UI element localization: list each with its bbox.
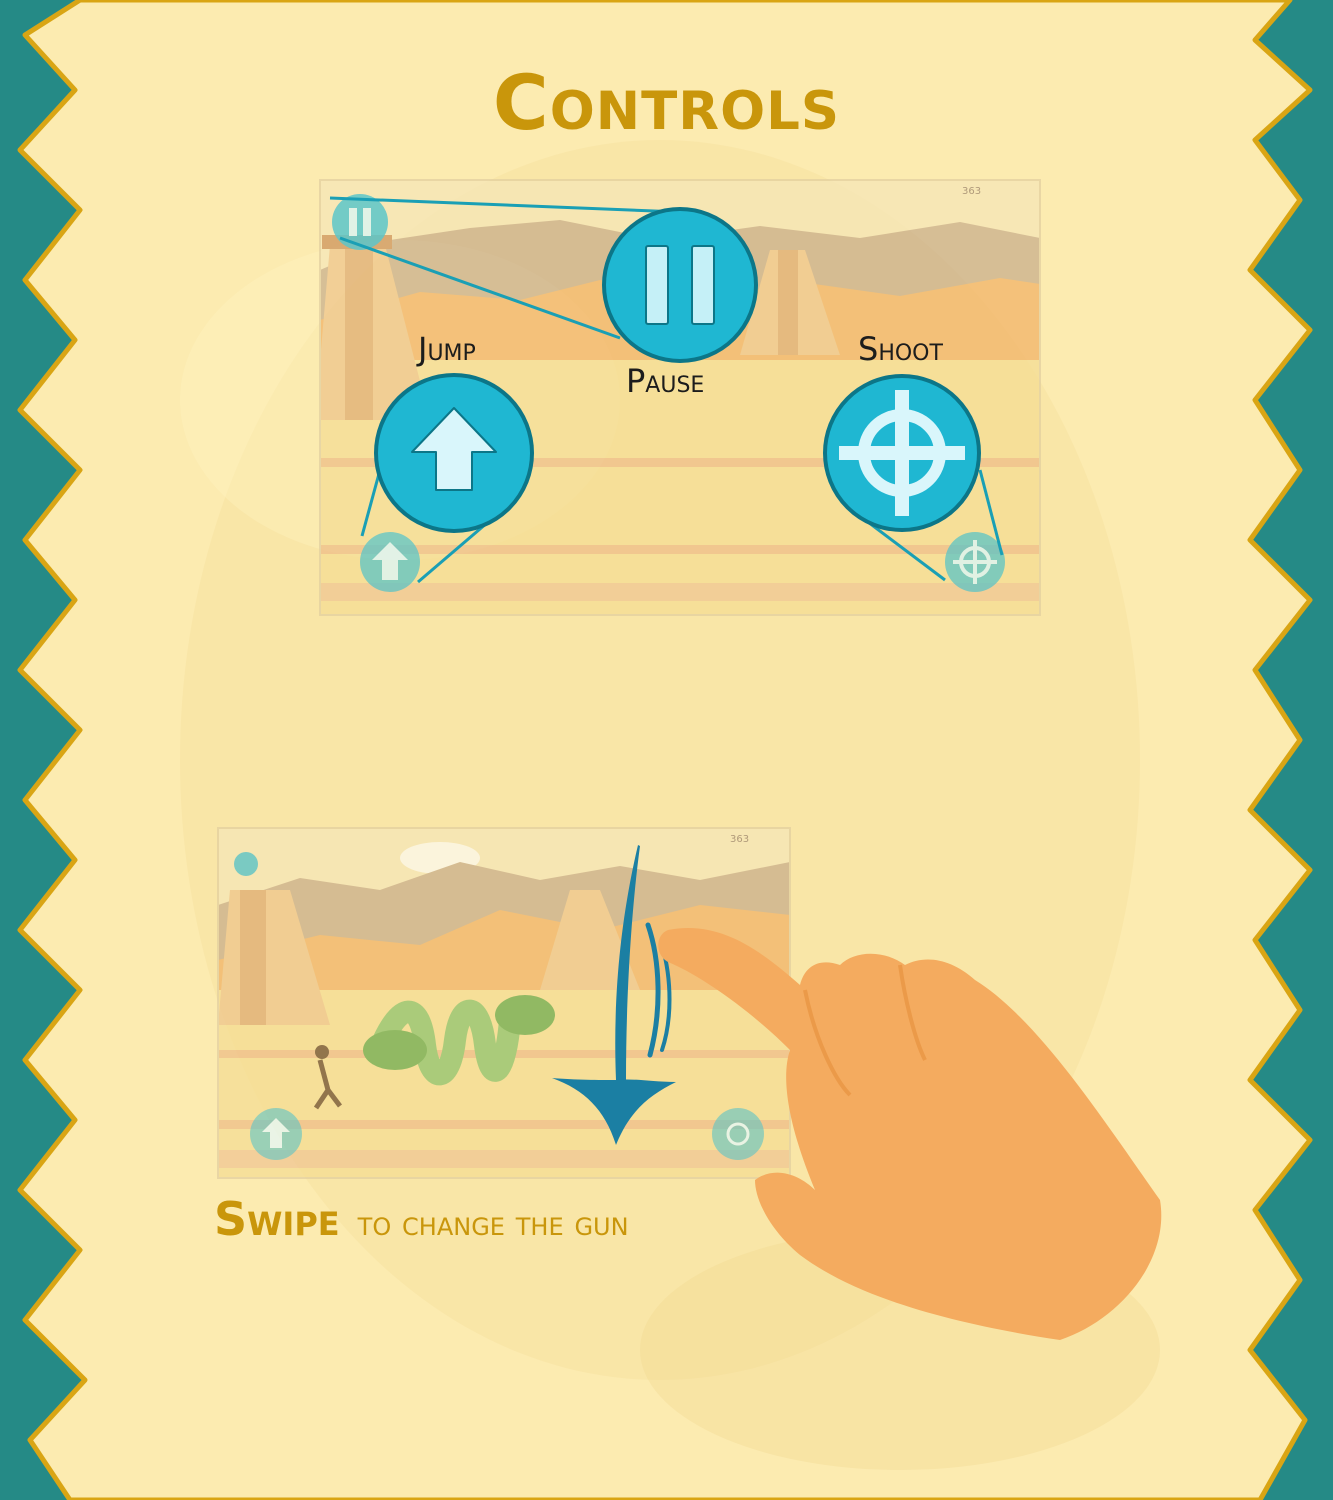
pause-button-illustration (602, 207, 758, 363)
score-readout-swipe: 363 (730, 834, 750, 845)
swipe-instruction: Swipe to change the gun (214, 1192, 629, 1246)
shoot-label: Shoot (858, 330, 943, 368)
pause-label: Pause (626, 362, 705, 400)
page-title: Controls (492, 58, 841, 147)
jump-button-illustration (374, 373, 534, 533)
jump-label: Jump (418, 330, 476, 368)
swipe-panel-screenshot (217, 827, 791, 1179)
background-art (17, 0, 1313, 1500)
controls-screen: Controls 363 363 Jump Pause Shoot Swipe t… (0, 0, 1333, 1500)
swipe-instruction-rest: to change the gun (357, 1204, 629, 1244)
score-readout: 363 (962, 186, 982, 197)
shoot-button-illustration (823, 374, 981, 532)
swipe-word: Swipe (214, 1192, 340, 1246)
